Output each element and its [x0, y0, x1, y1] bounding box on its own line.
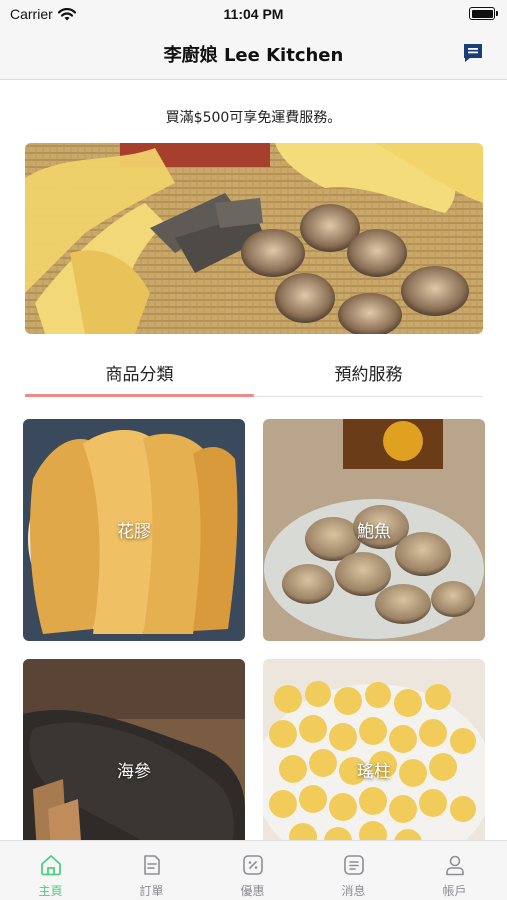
tab-booking-service[interactable]: 預約服務 [254, 360, 483, 385]
category-label: 海參 [117, 762, 151, 782]
category-label: 瑤柱 [357, 762, 391, 782]
tab-categories[interactable]: 商品分類 [25, 360, 254, 385]
tab-label: 主頁 [38, 884, 63, 898]
tab-coupons[interactable]: 優惠 [202, 841, 303, 900]
chat-bubble-icon[interactable] [461, 41, 485, 65]
free-shipping-notice: 買滿$500可享免運費服務。 [165, 110, 342, 126]
category-grid: 花膠 鮑魚 海參 瑤柱 [23, 419, 486, 881]
bottom-tab-bar: 主頁 訂單 優惠 消息 帳戶 [0, 840, 507, 900]
coupon-icon [243, 855, 263, 875]
battery-icon [469, 7, 498, 20]
orders-icon [144, 855, 160, 875]
tab-label: 帳戶 [442, 884, 467, 898]
page-title: 李廚娘 Lee Kitchen [163, 45, 344, 66]
message-icon [344, 855, 364, 875]
category-label: 花膠 [117, 522, 151, 542]
tab-label: 消息 [341, 884, 366, 898]
category-label: 鮑魚 [357, 522, 391, 542]
nav-bar: 李廚娘 Lee Kitchen [0, 28, 507, 80]
tab-home[interactable]: 主頁 [0, 841, 101, 900]
tab-account[interactable]: 帳戶 [404, 841, 505, 900]
category-tabs: 商品分類 預約服務 [25, 355, 483, 397]
category-card-abalone[interactable]: 鮑魚 [263, 419, 485, 641]
category-card-fish-maw[interactable]: 花膠 [23, 419, 245, 641]
account-icon [446, 855, 464, 876]
tab-label: 優惠 [240, 884, 265, 898]
tab-orders[interactable]: 訂單 [101, 841, 202, 900]
home-icon [41, 855, 61, 876]
active-tab-indicator [25, 394, 254, 397]
status-time: 11:04 PM [223, 6, 284, 22]
status-bar: Carrier 11:04 PM [0, 0, 507, 28]
tab-label: 訂單 [139, 884, 164, 898]
banner-image[interactable] [25, 143, 483, 334]
tab-messages[interactable]: 消息 [303, 841, 404, 900]
